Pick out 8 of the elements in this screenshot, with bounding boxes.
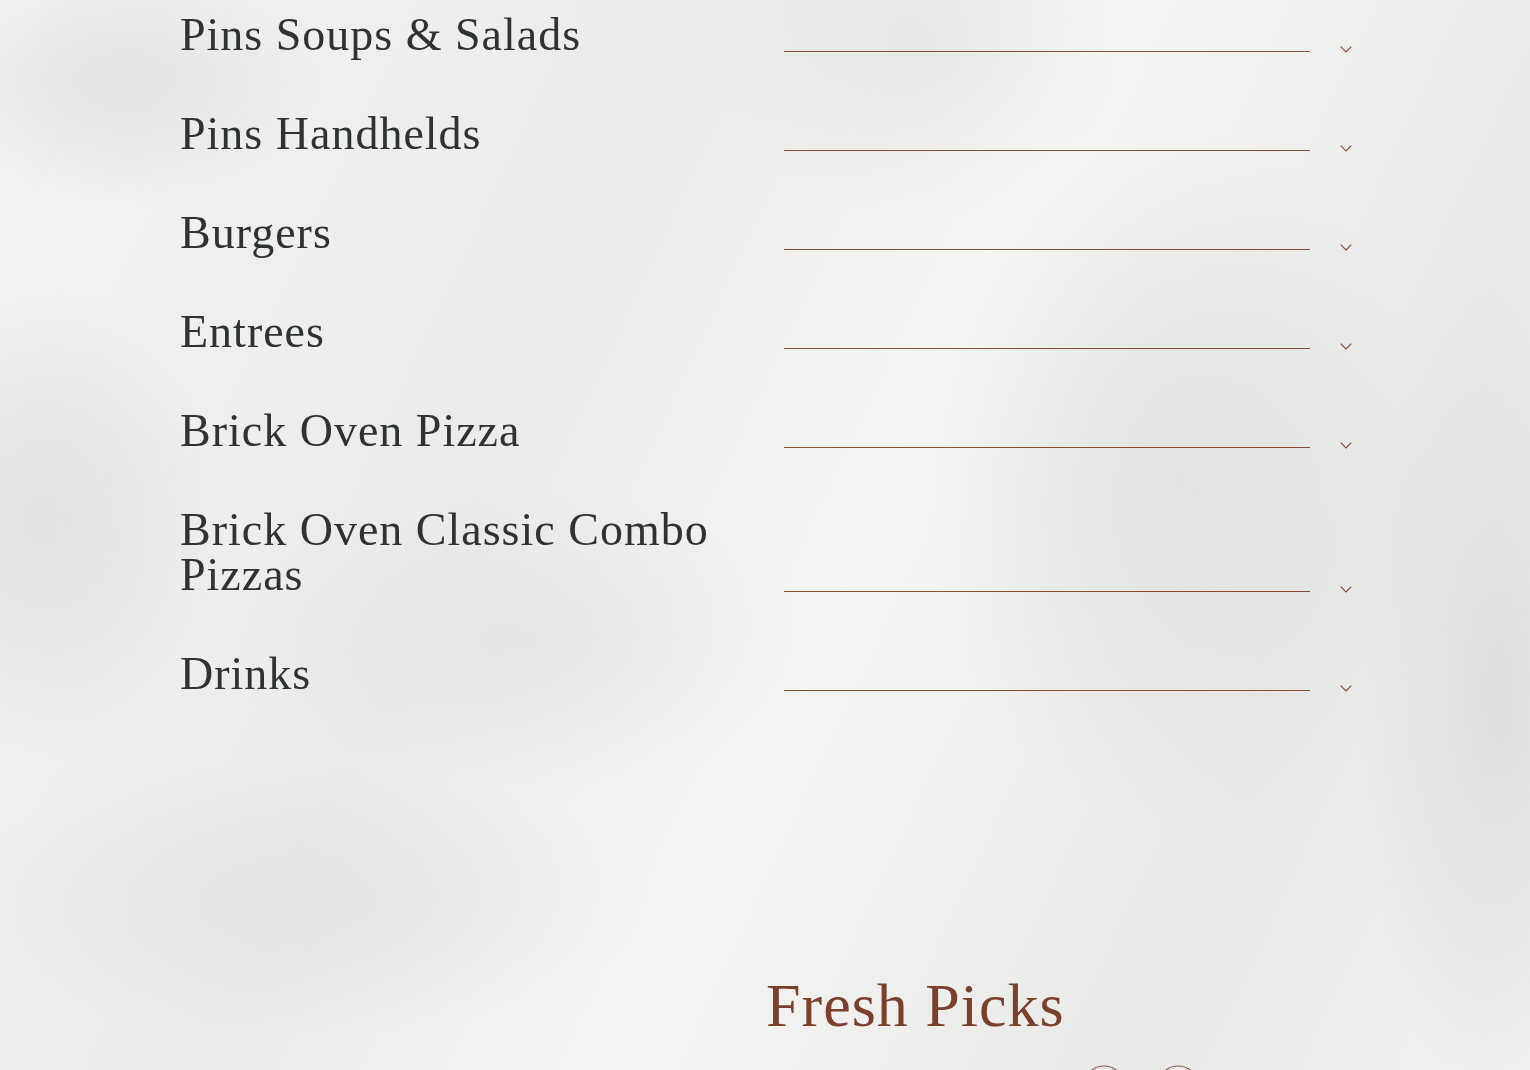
circle-button[interactable] xyxy=(1090,1065,1118,1070)
category-toggle[interactable]: Entrees xyxy=(180,309,1352,354)
circle-button[interactable] xyxy=(1164,1065,1192,1070)
category-toggle[interactable]: Pins Handhelds xyxy=(180,111,1352,156)
category-toggle[interactable]: Brick Oven Pizza xyxy=(180,408,1352,453)
category-toggle[interactable]: Brick Oven Classic Combo Pizzas xyxy=(180,507,1352,597)
category-toggle[interactable]: Drinks xyxy=(180,651,1352,696)
section-heading: Fresh Picks xyxy=(766,971,1066,1039)
